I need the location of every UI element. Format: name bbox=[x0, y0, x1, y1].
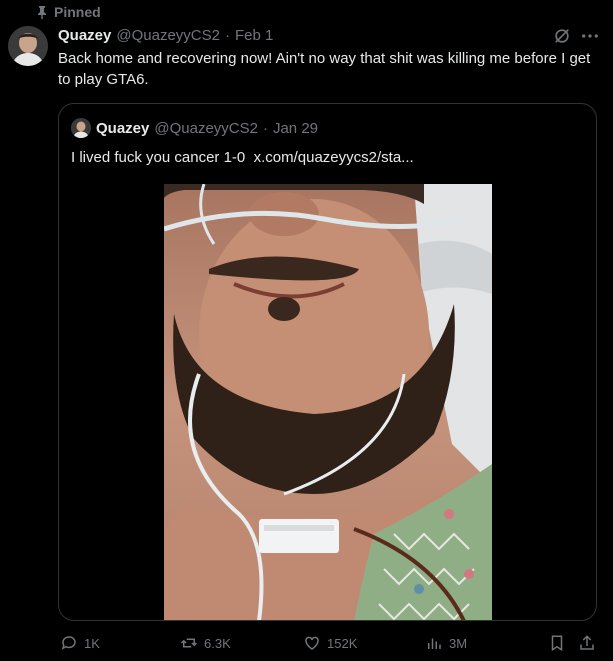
bookmark-icon bbox=[551, 635, 563, 652]
reply-count: 1K bbox=[84, 635, 100, 651]
quoted-tweet[interactable]: Quazey @QuazeyyCS2 · Jan 29 I lived fuck… bbox=[58, 103, 597, 621]
repost-action[interactable]: 6.3K bbox=[180, 634, 231, 652]
quoted-text-line: I lived fuck you cancer 1-0 x.com/quazey… bbox=[71, 148, 414, 168]
repost-icon bbox=[180, 638, 198, 648]
quoted-separator: · bbox=[262, 119, 268, 137]
like-action[interactable]: 152K bbox=[303, 634, 357, 652]
views-count: 3M bbox=[449, 635, 468, 651]
quoted-handle: @QuazeyyCS2 bbox=[154, 119, 258, 137]
pinned-indicator: Pinned bbox=[36, 3, 101, 21]
author-handle[interactable]: @QuazeyyCS2 bbox=[116, 27, 220, 44]
quoted-text: I lived fuck you cancer 1-0 bbox=[71, 149, 246, 166]
quoted-author-name: Quazey bbox=[96, 119, 150, 137]
pinned-label: Pinned bbox=[54, 4, 101, 20]
quoted-date: Jan 29 bbox=[272, 119, 319, 137]
tweet-header: Quazey @QuazeyyCS2 · Feb 1 bbox=[58, 26, 273, 44]
quoted-photo[interactable] bbox=[164, 184, 492, 620]
like-icon bbox=[305, 636, 319, 650]
author-name[interactable]: Quazey bbox=[58, 27, 111, 44]
tweet-text: Back home and recovering now! Ain't no w… bbox=[58, 50, 591, 88]
grok-icon[interactable] bbox=[551, 26, 573, 46]
pin-icon bbox=[38, 6, 46, 19]
views-icon bbox=[428, 638, 441, 649]
more-icon[interactable] bbox=[579, 26, 601, 46]
author-avatar[interactable] bbox=[8, 26, 48, 66]
reply-action[interactable]: 1K bbox=[60, 634, 100, 652]
share-action[interactable] bbox=[578, 634, 596, 652]
bookmark-action[interactable] bbox=[548, 634, 566, 652]
quoted-avatar bbox=[71, 118, 91, 138]
reply-icon bbox=[61, 636, 76, 650]
views-action[interactable]: 3M bbox=[425, 634, 467, 652]
header-separator: · bbox=[224, 26, 230, 44]
quoted-link[interactable]: x.com/quazeyycs2/sta... bbox=[254, 149, 414, 166]
like-count: 152K bbox=[327, 635, 358, 651]
action-bar: 1K 6.3K 152K 3M bbox=[0, 626, 613, 660]
repost-count: 6.3K bbox=[204, 635, 231, 651]
quoted-header: Quazey @QuazeyyCS2 · Jan 29 bbox=[71, 118, 318, 138]
share-icon bbox=[580, 635, 594, 650]
tweet-date[interactable]: Feb 1 bbox=[235, 27, 273, 44]
